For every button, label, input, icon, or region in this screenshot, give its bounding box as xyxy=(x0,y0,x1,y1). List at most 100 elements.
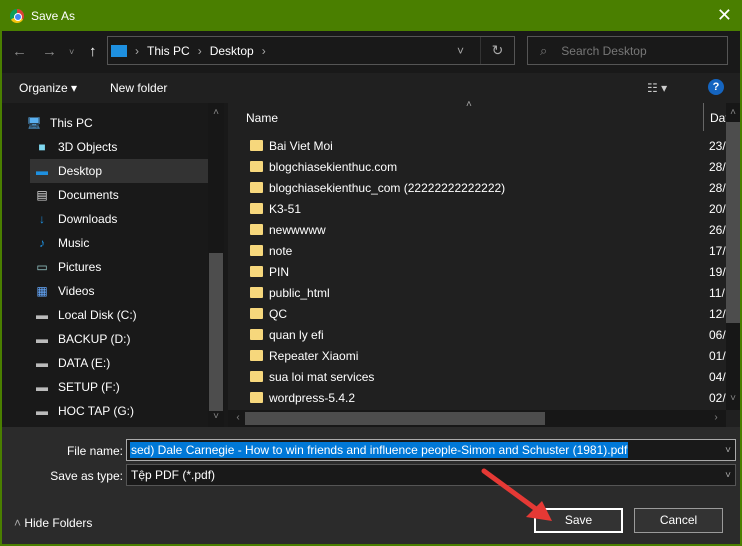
item-name: Bai Viet Moi xyxy=(269,138,333,153)
up-arrow-icon[interactable]: ↑ xyxy=(89,43,97,60)
forward-arrow-icon[interactable]: → xyxy=(42,43,57,60)
chevron-up-icon: ˄ xyxy=(14,516,25,530)
sidebar-item[interactable]: ▬ BACKUP (D:) xyxy=(30,327,208,351)
refresh-icon[interactable]: ↻ xyxy=(480,37,514,64)
item-date: 01/ xyxy=(709,348,726,363)
title-bar: Save As ✕ xyxy=(2,0,740,31)
sidebar-item[interactable]: ▭ Pictures xyxy=(30,255,208,279)
drive-icon: ▬ xyxy=(36,332,48,346)
item-date: 26/ xyxy=(709,222,726,237)
sidebar-item[interactable]: ▬ SETUP (F:) xyxy=(30,375,208,399)
item-name: wordpress-5.4.2 xyxy=(269,390,356,405)
organize-button[interactable]: Organize ▾ xyxy=(19,81,77,95)
list-item[interactable]: Repeater Xiaomi 01/ xyxy=(250,345,726,366)
window-title: Save As xyxy=(31,8,76,23)
drive-icon: ▬ xyxy=(36,356,48,370)
item-date: 17/ xyxy=(709,243,726,258)
sidebar-item[interactable]: ▬ DATA (E:) xyxy=(30,351,208,375)
recent-chevron-icon[interactable]: ˅ xyxy=(69,47,74,57)
sidebar-item-label: Desktop xyxy=(58,164,103,178)
list-item[interactable]: blogchiasekienthuc_com (22222222222222) 2… xyxy=(250,177,726,198)
help-icon[interactable]: ? xyxy=(708,79,724,95)
sidebar-item[interactable]: 🖥 This PC xyxy=(22,111,200,135)
close-icon[interactable]: ✕ xyxy=(717,5,732,26)
search-input[interactable]: ⌕ Search Desktop xyxy=(527,36,728,65)
sidebar-item-label: DATA (E:) xyxy=(58,356,111,370)
item-name: public_html xyxy=(269,285,330,300)
sidebar-item[interactable]: ▤ Documents xyxy=(30,183,208,207)
sidebar-item[interactable]: ↓ Downloads xyxy=(30,207,208,231)
list-item[interactable]: public_html 11/ xyxy=(250,282,725,303)
scroll-down-icon[interactable]: ˅ xyxy=(725,393,741,404)
sort-ascending-icon: ˄ xyxy=(466,99,472,110)
sidebar-item-label: Downloads xyxy=(58,212,118,226)
sidebar-item[interactable]: ▦ Videos xyxy=(30,279,208,303)
navigation-bar: ← → ˅ ↑ › This PC › Desktop › ˅ ↻ ⌕ Sear… xyxy=(2,31,740,73)
folder-icon xyxy=(250,329,263,340)
list-item[interactable]: newwwww 26/ xyxy=(250,219,726,240)
sidebar-item-label: BACKUP (D:) xyxy=(58,332,131,346)
chevron-down-icon[interactable]: ˅ xyxy=(725,445,731,456)
list-item[interactable]: Bai Viet Moi 23/ xyxy=(250,135,726,156)
scroll-left-icon[interactable]: ‹ xyxy=(230,412,246,423)
scroll-up-icon[interactable]: ˄ xyxy=(725,107,741,118)
drive-icon: ▬ xyxy=(36,380,48,394)
file-name-label: File name: xyxy=(66,444,123,458)
list-item[interactable]: note 17/ xyxy=(250,240,726,261)
view-options-icon[interactable]: ☷ ▾ xyxy=(647,81,667,95)
item-name: note xyxy=(269,243,293,258)
search-placeholder: Search Desktop xyxy=(561,43,647,58)
desktop-icon: ▬ xyxy=(36,164,48,178)
file-list: ˄ Name Dat ˄ ˅ ‹ › Bai Viet Moi 23/blogch… xyxy=(228,99,740,427)
save-as-dialog: Save As ✕ ← → ˅ ↑ › This PC › Desktop › … xyxy=(2,0,740,544)
item-date: 23/ xyxy=(709,138,726,153)
sidebar-scrollbar[interactable]: ˄ ˅ xyxy=(208,103,224,427)
list-item[interactable]: PIN 19/ xyxy=(250,261,726,282)
list-item[interactable]: K3-51 20/ xyxy=(250,198,726,219)
column-name[interactable]: Name xyxy=(246,111,278,125)
separator-icon: › xyxy=(135,43,139,58)
list-item[interactable]: wordpress-5.4.2 02/ xyxy=(250,387,726,408)
sidebar-item[interactable]: ■ 3D Objects xyxy=(30,135,208,159)
sidebar-item-label: Videos xyxy=(58,284,95,298)
red-arrow-annotation xyxy=(481,468,552,521)
scroll-right-icon[interactable]: › xyxy=(708,412,724,423)
hide-folders-button[interactable]: ˄ Hide Folders xyxy=(14,516,92,530)
scrollbar-thumb[interactable] xyxy=(245,412,545,425)
back-arrow-icon[interactable]: ← xyxy=(12,43,27,60)
sidebar-item-label: Local Disk (C:) xyxy=(58,308,137,322)
item-name: newwwww xyxy=(269,222,326,237)
sidebar-item[interactable]: ♪ Music xyxy=(30,231,208,255)
picture-icon: ▭ xyxy=(36,260,48,274)
horizontal-scrollbar[interactable]: ‹ › xyxy=(228,410,726,427)
sidebar-item[interactable]: ▬ Desktop xyxy=(30,159,208,183)
save-type-select[interactable]: Tệp PDF (*.pdf) ˅ xyxy=(126,464,736,486)
address-bar[interactable]: › This PC › Desktop › ˅ ↻ xyxy=(107,36,515,65)
folder-icon xyxy=(250,308,263,319)
file-name-input[interactable]: sed) Dale Carnegie - How to win friends … xyxy=(126,439,736,461)
new-folder-button[interactable]: New folder xyxy=(110,81,167,95)
sidebar-item[interactable]: ▬ Local Disk (C:) xyxy=(30,303,208,327)
list-item[interactable]: sua loi mat services 04/ xyxy=(250,366,726,387)
chevron-down-icon[interactable]: ˅ xyxy=(725,470,731,481)
address-dropdown-icon[interactable]: ˅ xyxy=(457,44,464,58)
music-icon: ♪ xyxy=(39,236,45,250)
vertical-scrollbar[interactable]: ˄ ˅ xyxy=(726,103,740,410)
breadcrumb-desktop[interactable]: Desktop xyxy=(210,44,254,58)
separator-icon: › xyxy=(197,43,202,58)
list-item[interactable]: quan ly efi 06/ xyxy=(250,324,726,345)
sidebar-item[interactable]: ▬ HOC TAP (G:) xyxy=(30,399,208,423)
scroll-down-icon[interactable]: ˅ xyxy=(208,411,224,422)
folder-icon xyxy=(250,371,263,382)
item-date: 28/ xyxy=(709,159,726,174)
sidebar-item-label: Music xyxy=(58,236,90,250)
list-item[interactable]: blogchiasekienthuc.com 28/ xyxy=(250,156,726,177)
scrollbar-thumb[interactable] xyxy=(209,253,223,411)
breadcrumb-this-pc[interactable]: This PC xyxy=(147,44,190,58)
scroll-up-icon[interactable]: ˄ xyxy=(208,107,224,118)
cancel-button[interactable]: Cancel xyxy=(634,508,723,533)
scrollbar-thumb[interactable] xyxy=(726,122,740,323)
download-icon: ↓ xyxy=(39,212,45,226)
list-item[interactable]: QC 12/ xyxy=(250,303,726,324)
item-date: 20/ xyxy=(709,201,726,216)
